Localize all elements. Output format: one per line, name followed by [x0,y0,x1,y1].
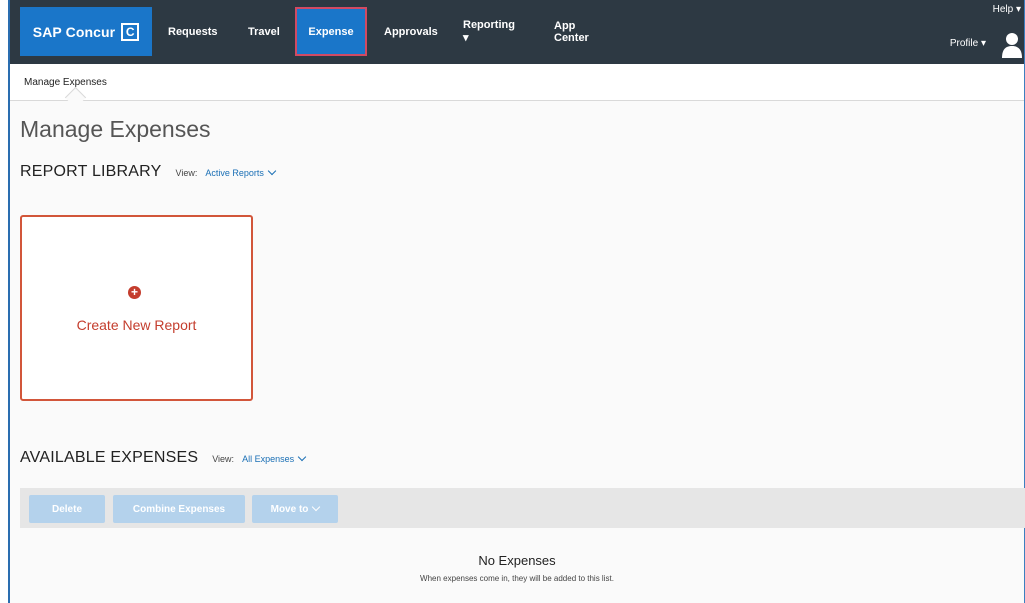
concur-logo-icon: C [121,22,140,41]
move-to-label: Move to [270,503,309,515]
chevron-down-icon [267,166,277,176]
delete-button[interactable]: Delete [29,495,105,523]
expenses-toolbar: Delete Combine Expenses Move to [20,488,1025,528]
nav-requests[interactable]: Requests [168,7,218,56]
report-view-label: View: [175,168,198,178]
nav-expense[interactable]: Expense [295,7,367,56]
nav-expense-label: Expense [308,25,354,38]
nav-approvals-label: Approvals [384,25,438,38]
nav-requests-label: Requests [168,25,218,38]
report-library-header: REPORT LIBRARY View: Active Reports [20,163,277,181]
nav-reporting[interactable]: Reporting ▾ [463,7,515,56]
profile-menu[interactable]: Profile ▾ [950,38,986,49]
move-to-button[interactable]: Move to [252,495,338,523]
help-menu[interactable]: Help ▾ [993,4,1021,15]
breadcrumb-manage-expenses[interactable]: Manage Expenses [24,77,107,88]
report-library-title: REPORT LIBRARY [20,163,162,180]
expenses-view-value: All Expenses [242,454,295,464]
nav-travel[interactable]: Travel [248,7,280,56]
combine-expenses-button[interactable]: Combine Expenses [113,495,245,523]
chevron-down-icon [312,502,321,512]
delete-button-label: Delete [51,503,82,515]
expenses-view-label: View: [212,454,235,464]
empty-state-subtitle: When expenses come in, they will be adde… [420,574,614,583]
nav-reporting-label: Reporting ▾ [463,19,515,44]
nav-app-center[interactable]: App Center [554,7,589,56]
active-indicator [64,86,87,109]
combine-expenses-label: Combine Expenses [132,503,226,515]
user-icon[interactable] [1002,32,1022,58]
create-new-report-label: Create New Report [76,317,197,333]
sap-concur-logo[interactable]: SAP Concur C [20,7,152,56]
sub-navigation: Manage Expenses [10,64,1024,109]
plus-circle-icon: + [128,286,141,299]
brand-name: SAP Concur [32,23,116,40]
chevron-down-icon [297,452,307,462]
report-view-dropdown[interactable]: Active Reports [205,166,277,178]
page-title: Manage Expenses [20,116,211,142]
available-expenses-title: AVAILABLE EXPENSES [20,449,199,466]
expenses-view-dropdown[interactable]: All Expenses [242,452,307,464]
report-view-value: Active Reports [205,168,264,178]
app-frame: SAP Concur C Requests Travel Expense App… [8,0,1025,603]
empty-state-title: No Expenses [478,553,556,568]
top-navigation-bar: SAP Concur C Requests Travel Expense App… [10,0,1024,64]
nav-approvals[interactable]: Approvals [384,7,438,56]
nav-travel-label: Travel [248,25,280,38]
available-expenses-header: AVAILABLE EXPENSES View: All Expenses [20,449,307,467]
nav-app-center-label: App Center [554,19,589,44]
create-new-report-card[interactable]: + Create New Report [20,215,253,401]
